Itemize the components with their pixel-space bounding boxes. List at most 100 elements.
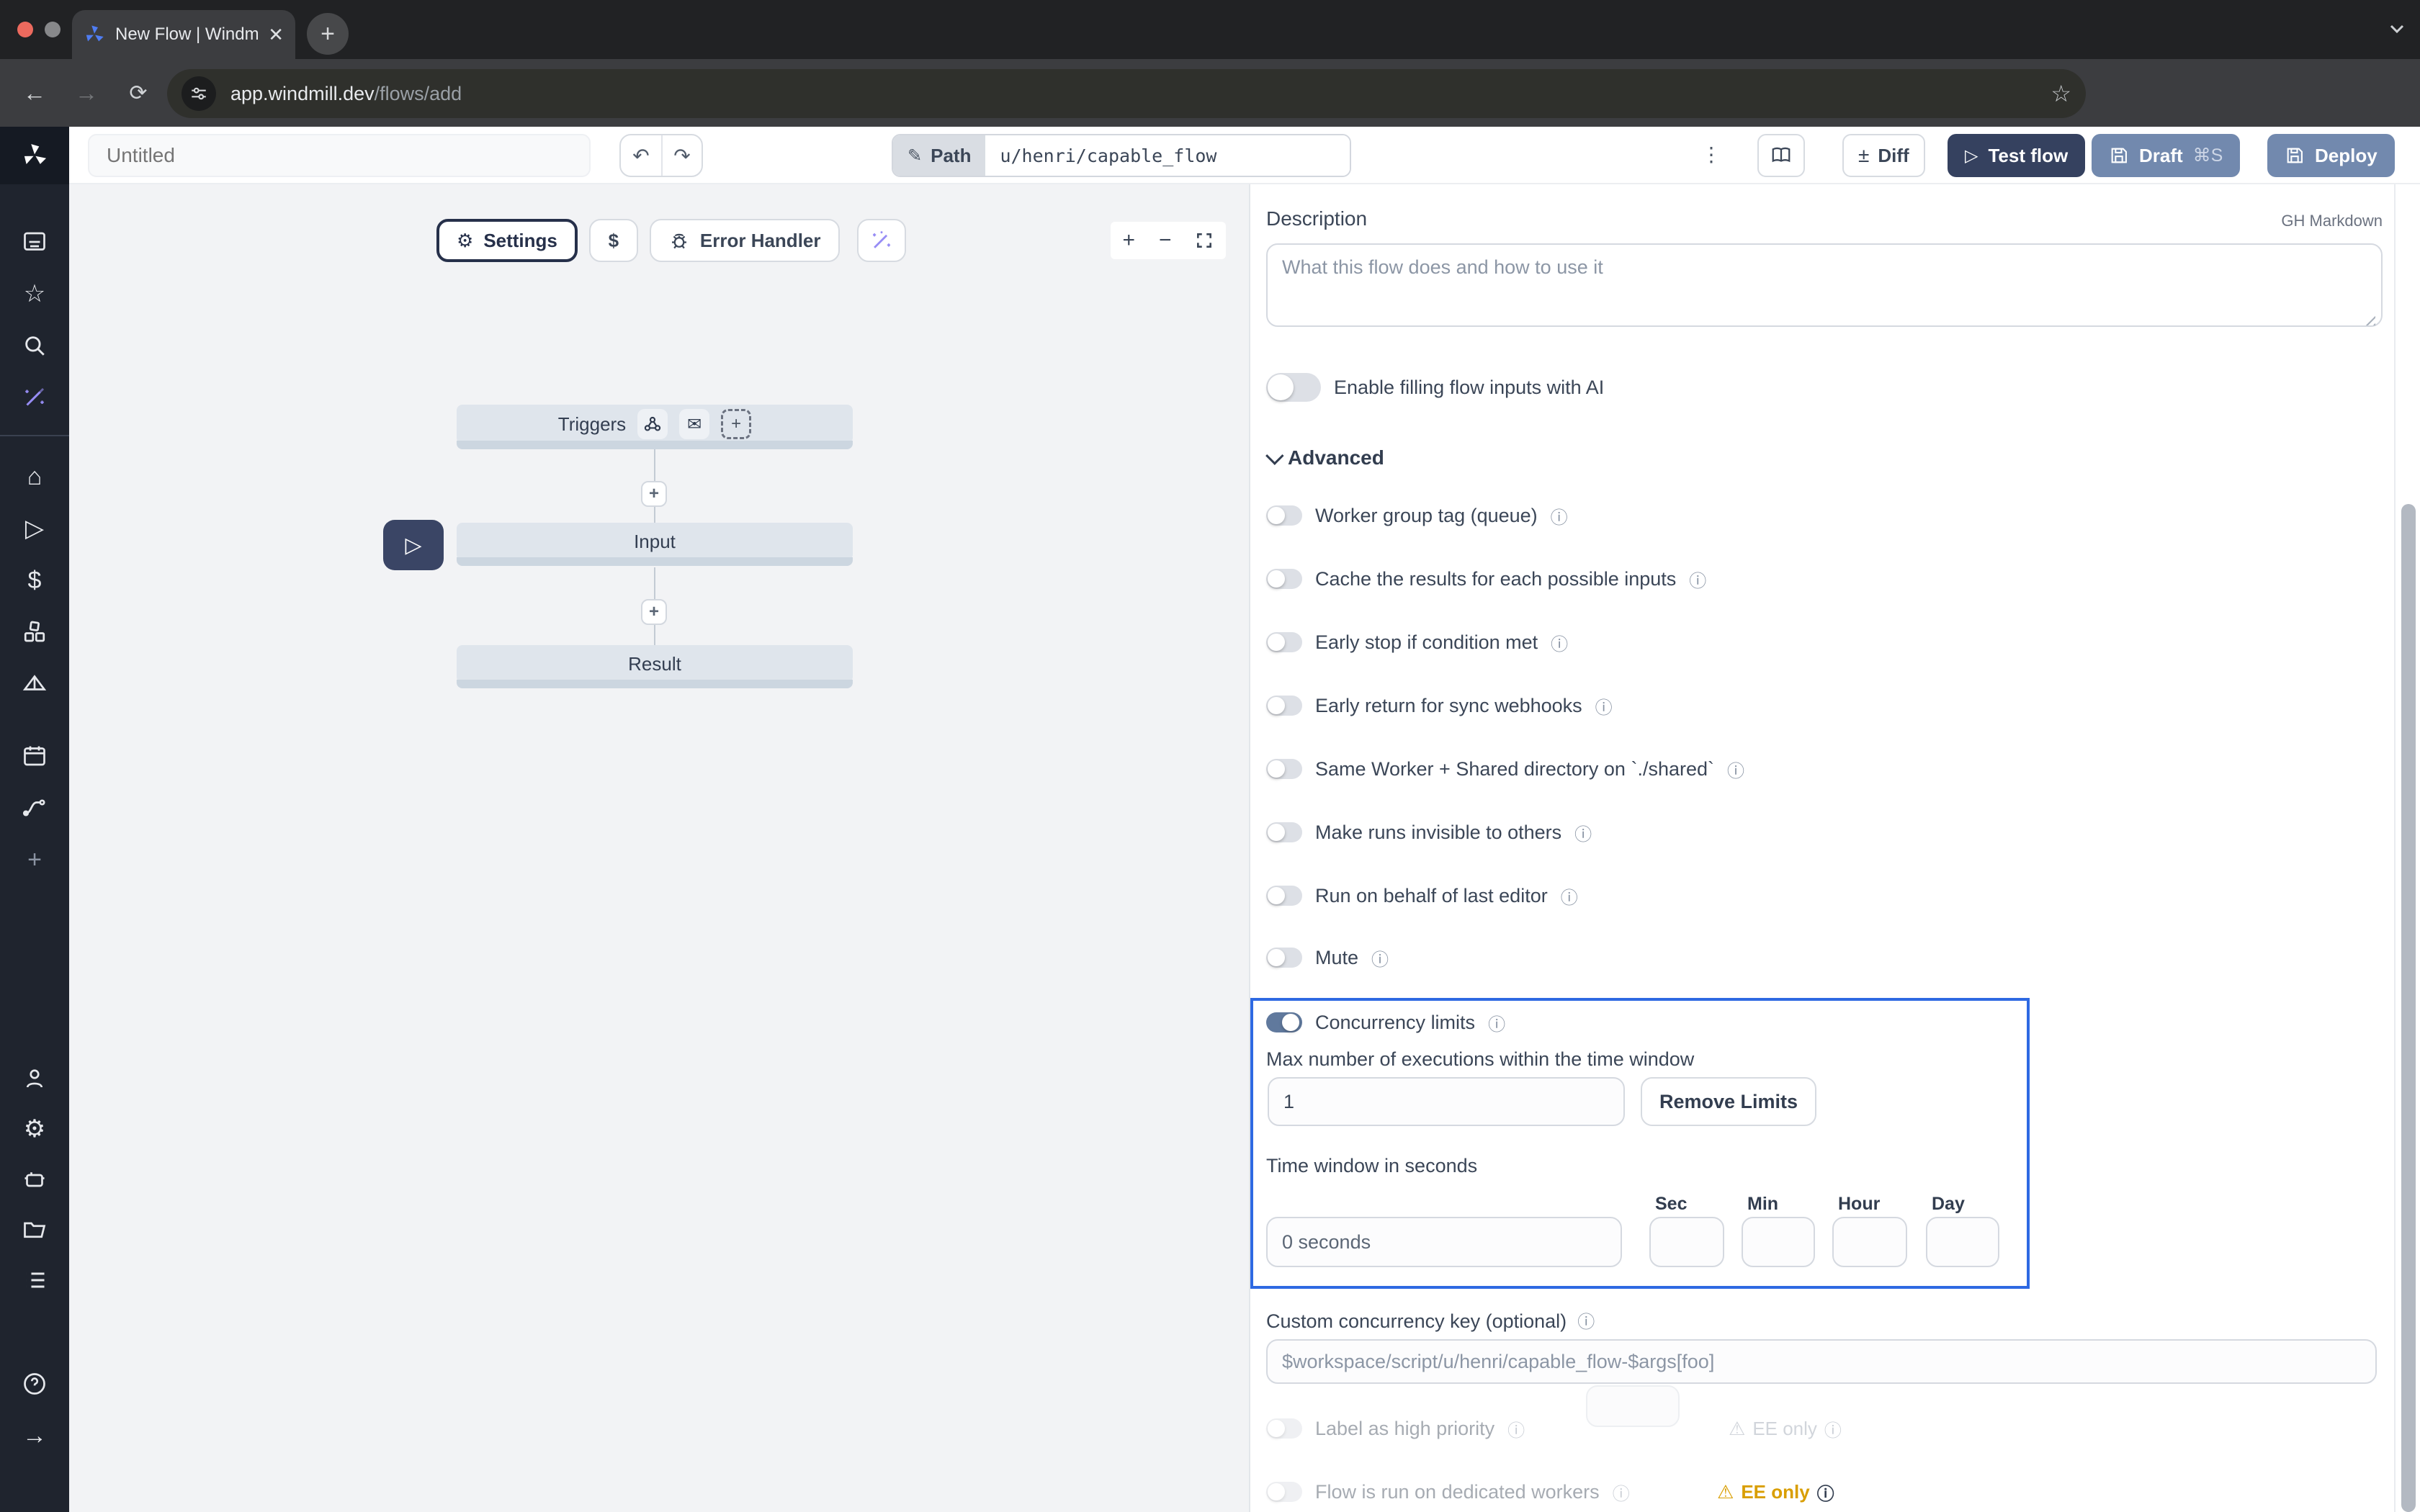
triggers-node[interactable]: Triggers ✉ + (457, 405, 853, 444)
fit-view-icon[interactable] (1195, 231, 1214, 250)
bookmark-star-icon[interactable]: ☆ (2051, 80, 2071, 107)
info-icon[interactable]: ⓘ (1689, 567, 1706, 592)
info-icon[interactable]: ⓘ (1574, 820, 1592, 845)
settings-icon[interactable]: ⚙ (17, 1112, 52, 1146)
result-node[interactable]: Result (457, 645, 853, 683)
favorites-icon[interactable]: ☆ (17, 276, 52, 311)
logs-icon[interactable] (17, 1263, 52, 1297)
static-inputs-button[interactable]: $ (589, 219, 638, 262)
error-handler-button[interactable]: Error Handler (650, 219, 840, 262)
mail-trigger-icon[interactable]: ✉ (679, 409, 709, 439)
insert-step-button[interactable]: + (641, 599, 667, 625)
flows-icon[interactable] (17, 791, 52, 825)
new-tab-button[interactable]: + (307, 13, 349, 55)
info-icon[interactable]: ⓘ (1613, 1480, 1630, 1505)
diff-button[interactable]: ± Diff (1842, 134, 1925, 177)
help-icon[interactable] (17, 1367, 52, 1401)
draft-button[interactable]: Draft ⌘S (2092, 134, 2240, 177)
app-topbar: ↶ ↷ ✎ Path ⋮ ± Diff ▷ Test flow Draft ⌘S (0, 127, 2420, 184)
undo-icon[interactable]: ↶ (621, 135, 661, 176)
workers-icon[interactable] (17, 1162, 52, 1197)
schedules-icon[interactable] (17, 739, 52, 773)
worker-group-toggle[interactable] (1266, 505, 1302, 526)
info-icon[interactable]: ⓘ (1371, 945, 1389, 971)
redo-icon[interactable]: ↷ (661, 135, 702, 176)
deploy-button[interactable]: Deploy (2267, 134, 2395, 177)
info-icon[interactable]: ⓘ (1561, 883, 1578, 909)
runs-icon[interactable]: ▷ (17, 511, 52, 546)
folders-icon[interactable] (17, 1212, 52, 1247)
high-priority-toggle[interactable] (1266, 1418, 1302, 1439)
day-input[interactable] (1926, 1217, 1999, 1267)
webhook-icon[interactable] (637, 409, 668, 439)
ai-wand-icon[interactable] (17, 380, 52, 415)
browser-tab[interactable]: New Flow | Windmill ✕ (72, 10, 295, 59)
run-on-behalf-toggle[interactable] (1266, 886, 1302, 906)
max-executions-input[interactable] (1268, 1077, 1625, 1126)
remove-limits-button[interactable]: Remove Limits (1641, 1077, 1816, 1126)
dedicated-workers-ee-badge: ⚠ EE only ⓘ (1717, 1480, 1834, 1503)
panel-scrollbar[interactable] (2401, 504, 2416, 1512)
input-node[interactable]: Input (457, 523, 853, 560)
info-icon[interactable]: ⓘ (1551, 503, 1568, 528)
minimize-window-button[interactable] (45, 22, 60, 37)
info-icon[interactable]: ⓘ (1577, 1313, 1595, 1332)
tab-search-chevron-icon[interactable] (2388, 20, 2406, 37)
same-worker-toggle[interactable] (1266, 759, 1302, 779)
resources-icon[interactable] (17, 615, 52, 649)
hour-input[interactable] (1832, 1217, 1907, 1267)
add-icon[interactable]: + (17, 842, 52, 877)
tab-close-icon[interactable]: ✕ (268, 24, 284, 46)
invisible-runs-toggle[interactable] (1266, 822, 1302, 842)
variables-icon[interactable]: $ (17, 563, 52, 598)
info-icon[interactable]: ⓘ (1727, 757, 1744, 782)
info-icon[interactable]: ⓘ (1551, 630, 1568, 655)
close-window-button[interactable] (17, 22, 33, 37)
home-icon[interactable]: ⌂ (17, 459, 52, 494)
windmill-logo[interactable] (0, 127, 69, 184)
back-icon[interactable]: ← (17, 80, 52, 107)
docs-button[interactable] (1757, 134, 1805, 177)
ai-flow-button[interactable] (857, 219, 906, 262)
workspace-icon[interactable] (17, 225, 52, 259)
ai-inputs-toggle[interactable] (1266, 373, 1321, 402)
time-window-input[interactable] (1266, 1217, 1622, 1267)
zoom-out-icon[interactable]: − (1159, 228, 1172, 253)
address-bar[interactable]: app.windmill.dev/flows/add ☆ (167, 69, 2086, 118)
min-input[interactable] (1742, 1217, 1815, 1267)
triggers-icon[interactable] (17, 667, 52, 701)
time-window-label: Time window in seconds (1266, 1155, 1477, 1177)
user-icon[interactable] (17, 1061, 52, 1096)
insert-step-button[interactable]: + (641, 481, 667, 507)
description-textarea[interactable] (1266, 243, 2383, 327)
forward-icon[interactable]: → (69, 80, 104, 107)
custom-key-input[interactable] (1266, 1339, 2377, 1384)
early-return-toggle[interactable] (1266, 696, 1302, 716)
flow-canvas[interactable]: ⚙ Settings $ Error Handler + − Triggers … (69, 184, 1250, 1512)
sec-input[interactable] (1649, 1217, 1724, 1267)
more-options-icon[interactable]: ⋮ (1701, 143, 1721, 166)
reload-icon[interactable]: ⟳ (121, 81, 156, 106)
settings-tab-button[interactable]: ⚙ Settings (436, 219, 578, 262)
warning-icon: ⚠ (1729, 1418, 1745, 1440)
flow-name-input[interactable] (88, 134, 591, 177)
test-flow-button[interactable]: ▷ Test flow (1948, 134, 2085, 177)
info-icon[interactable]: ⓘ (1488, 1010, 1505, 1035)
collapse-sidebar-icon[interactable]: → (17, 1418, 52, 1453)
advanced-section-header[interactable]: Advanced (1266, 446, 1384, 469)
path-input[interactable] (985, 135, 1350, 176)
early-stop-toggle[interactable] (1266, 632, 1302, 652)
dedicated-workers-toggle[interactable] (1266, 1482, 1302, 1502)
mute-toggle[interactable] (1266, 948, 1302, 968)
zoom-in-icon[interactable]: + (1122, 228, 1135, 253)
cache-results-toggle[interactable] (1266, 569, 1302, 589)
info-icon[interactable]: ⓘ (1507, 1416, 1525, 1441)
info-icon[interactable]: ⓘ (1817, 1480, 1834, 1505)
worker-group-row: Worker group tag (queue) ⓘ (1266, 504, 1568, 527)
run-flow-button[interactable]: ▷ (383, 520, 444, 570)
add-trigger-button[interactable]: + (721, 409, 751, 439)
info-icon[interactable]: ⓘ (1595, 693, 1613, 719)
site-settings-icon[interactable] (182, 76, 216, 111)
search-icon[interactable] (17, 328, 52, 363)
concurrency-toggle[interactable] (1266, 1012, 1302, 1032)
